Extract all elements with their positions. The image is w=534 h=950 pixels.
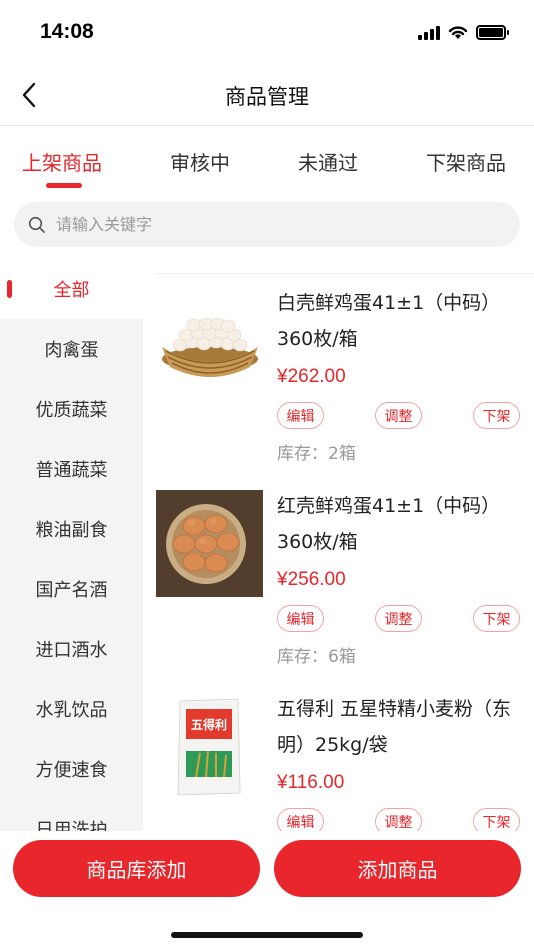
- sidebar-item-label: 日用洗护: [35, 820, 108, 831]
- sidebar-item-meat-poultry-eggs[interactable]: 肉禽蛋: [0, 319, 143, 379]
- delist-button[interactable]: 下架: [473, 402, 520, 429]
- tab-bar: 上架商品 审核中 未通过 下架商品: [0, 127, 534, 193]
- adjust-button[interactable]: 调整: [375, 402, 422, 429]
- search-input[interactable]: [56, 215, 476, 234]
- sidebar-item-domestic-liquor[interactable]: 国产名酒: [0, 559, 143, 619]
- product-image-brown-eggs: [156, 490, 263, 597]
- sidebar-item-label: 粮油副食: [35, 520, 108, 541]
- product-name: 五得利 五星特精小麦粉（东明）25kg/袋: [277, 698, 512, 756]
- product-image-flour-bag: 五得利: [156, 693, 263, 800]
- sidebar-item-premium-vegetables[interactable]: 优质蔬菜: [0, 379, 143, 439]
- product-price: ¥116.00: [277, 772, 345, 793]
- product-card[interactable]: 白壳鲜鸡蛋41±1（中码）360枚/箱 ¥262.00 编辑 调整 下架 库存：…: [143, 259, 534, 464]
- sidebar-item-imported-drinks[interactable]: 进口酒水: [0, 619, 143, 679]
- sidebar-active-marker: [7, 280, 12, 298]
- product-name: 白壳鲜鸡蛋41±1（中码）360枚/箱: [277, 292, 501, 350]
- product-image-white-eggs: [156, 287, 263, 394]
- product-card[interactable]: 五得利 五得利 五星特精小麦粉（东明）25kg/袋 ¥116.00 编辑 调整 …: [143, 665, 534, 831]
- search-box: [14, 202, 520, 247]
- status-icons: [418, 25, 509, 40]
- sidebar-item-label: 水乳饮品: [35, 700, 108, 721]
- add-product-button[interactable]: 添加商品: [274, 840, 521, 897]
- sidebar-item-all[interactable]: 全部: [0, 259, 143, 319]
- product-list: 白壳鲜鸡蛋41±1（中码）360枚/箱 ¥262.00 编辑 调整 下架 库存：…: [143, 259, 534, 831]
- delist-button[interactable]: 下架: [473, 808, 520, 831]
- status-time: 14:08: [40, 20, 94, 43]
- category-sidebar: 全部 肉禽蛋 优质蔬菜 普通蔬菜 粮油副食 国产名酒 进口酒水 水乳饮品 方便速…: [0, 259, 143, 831]
- edit-button[interactable]: 编辑: [277, 605, 324, 632]
- delist-button[interactable]: 下架: [473, 605, 520, 632]
- edit-button[interactable]: 编辑: [277, 808, 324, 831]
- tab-active-indicator: [46, 183, 82, 188]
- sidebar-item-label: 肉禽蛋: [44, 340, 99, 361]
- sidebar-item-label: 普通蔬菜: [35, 460, 108, 481]
- flour-bag-brand: 五得利: [191, 717, 227, 732]
- nav-bar: 商品管理: [0, 64, 534, 126]
- adjust-button[interactable]: 调整: [375, 808, 422, 831]
- sidebar-item-label: 方便速食: [35, 760, 108, 781]
- sidebar-item-instant-food[interactable]: 方便速食: [0, 739, 143, 799]
- product-name: 红壳鲜鸡蛋41±1（中码）360枚/箱: [277, 495, 501, 553]
- sidebar-item-label: 全部: [53, 280, 90, 301]
- battery-icon: [476, 25, 509, 40]
- product-price: ¥262.00: [277, 366, 346, 387]
- sidebar-item-grain-oil[interactable]: 粮油副食: [0, 499, 143, 559]
- page-title: 商品管理: [225, 85, 309, 109]
- product-price: ¥256.00: [277, 569, 346, 590]
- signal-icon: [418, 25, 440, 40]
- add-from-library-button[interactable]: 商品库添加: [13, 840, 260, 897]
- product-card[interactable]: 红壳鲜鸡蛋41±1（中码）360枚/箱 ¥256.00 编辑 调整 下架 库存：…: [143, 462, 534, 667]
- product-stock: 库存：2箱: [277, 444, 356, 464]
- sidebar-item-label: 进口酒水: [35, 640, 108, 661]
- search-icon: [28, 216, 45, 233]
- product-stock: 库存：6箱: [277, 647, 356, 667]
- sidebar-item-water-dairy[interactable]: 水乳饮品: [0, 679, 143, 739]
- adjust-button[interactable]: 调整: [375, 605, 422, 632]
- tab-off-shelf[interactable]: 下架商品: [426, 147, 506, 176]
- wifi-icon: [448, 26, 468, 39]
- tab-rejected[interactable]: 未通过: [298, 147, 358, 176]
- edit-button[interactable]: 编辑: [277, 402, 324, 429]
- sidebar-item-common-vegetables[interactable]: 普通蔬菜: [0, 439, 143, 499]
- sidebar-item-daily-care[interactable]: 日用洗护: [0, 799, 143, 831]
- sidebar-item-label: 国产名酒: [35, 580, 108, 601]
- bottom-action-bar: 商品库添加 添加商品: [0, 831, 534, 950]
- tab-reviewing[interactable]: 审核中: [170, 147, 230, 176]
- sidebar-item-label: 优质蔬菜: [35, 400, 108, 421]
- tab-on-shelf[interactable]: 上架商品: [22, 147, 102, 176]
- home-indicator: [171, 932, 363, 938]
- status-bar: 14:08: [0, 0, 534, 64]
